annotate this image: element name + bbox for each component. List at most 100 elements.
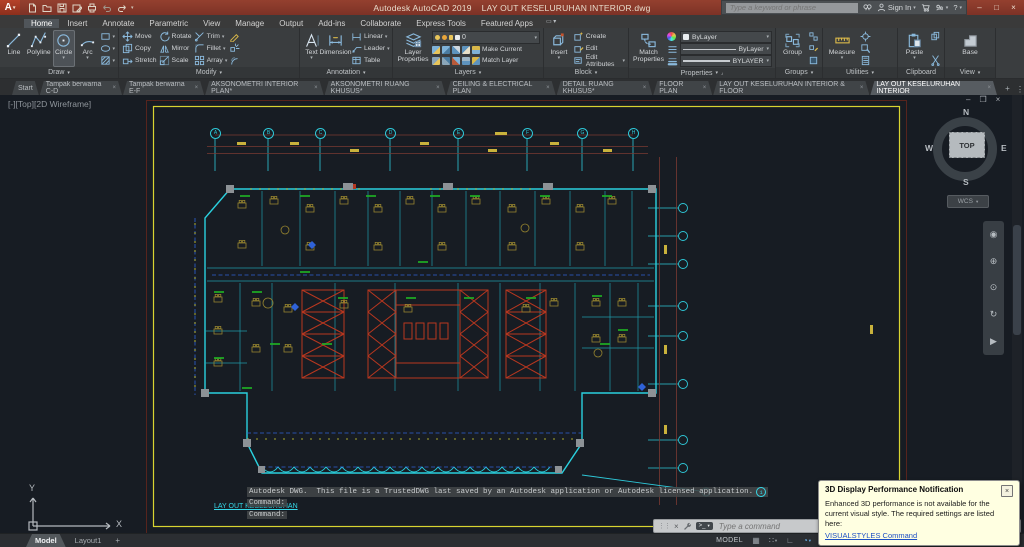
leader-tool[interactable]: Leader ▾	[351, 43, 390, 54]
compass-west[interactable]: W	[925, 143, 933, 153]
ribbon-display-toggle-icon[interactable]: ▭ ▾	[540, 15, 562, 28]
panel-clipboard-footer[interactable]: Clipboard	[898, 67, 944, 78]
autodesk-360-icon[interactable]: ▾	[935, 3, 948, 12]
object-color-dropdown[interactable]: ByLayer ▾	[680, 31, 772, 43]
panel-block-footer[interactable]: Block ▾	[544, 67, 628, 78]
sign-in-button[interactable]: Sign In ▾	[877, 3, 916, 12]
compass-east[interactable]: E	[1001, 143, 1007, 153]
copy-tool[interactable]: Copy	[122, 43, 157, 54]
tab-close-icon[interactable]: ×	[314, 85, 318, 91]
linear-dimension-tool[interactable]: Linear ▾	[351, 31, 390, 42]
arc-tool[interactable]: Arc ▾	[77, 30, 99, 67]
panel-annotation-footer[interactable]: Annotation ▾	[300, 67, 392, 78]
match-properties-tool[interactable]: Match Properties	[632, 30, 665, 68]
create-block-tool[interactable]: Create	[573, 31, 625, 42]
base-view-tool[interactable]: Base	[957, 30, 984, 67]
doc-minimize-icon[interactable]: –	[966, 95, 970, 104]
panel-groups-footer[interactable]: Groups ▾	[776, 67, 822, 78]
tab-close-icon[interactable]: ×	[703, 85, 707, 91]
viewport-controls[interactable]: [-][Top][2D Wireframe]	[8, 99, 91, 109]
linetype-dropdown[interactable]: ByLayer ▾	[680, 43, 772, 55]
tab-close-icon[interactable]: ×	[436, 85, 440, 91]
ribbon-tab[interactable]: Parametric	[142, 19, 195, 28]
panel-modify-footer[interactable]: Modify ▾	[119, 67, 299, 78]
ribbon-tab[interactable]: Manage	[228, 19, 271, 28]
layer-dropdown[interactable]: 0 ▾	[432, 31, 540, 44]
search-input[interactable]	[727, 2, 844, 13]
group-tool[interactable]: Group	[779, 30, 806, 67]
app-store-icon[interactable]	[921, 3, 930, 12]
customize-wrench-icon[interactable]	[683, 522, 692, 531]
document-tab[interactable]: AKSONOMETRI RUANG KHUSUS* ×	[325, 81, 446, 95]
ribbon-tab[interactable]: Collaborate	[353, 19, 408, 28]
viewcube-top-face[interactable]: TOP	[949, 132, 985, 158]
cut-clip-icon[interactable]	[930, 55, 941, 66]
panel-properties-footer[interactable]: Properties ▾ ⌟	[629, 68, 775, 78]
minimize-button[interactable]: –	[971, 3, 988, 12]
document-tab[interactable]: LAY OUT KESELURUHAN INTERIOR & FLOOR ×	[713, 81, 869, 95]
layer-isolate-icon[interactable]	[442, 45, 450, 54]
wcs-dropdown[interactable]: WCS ▾	[947, 195, 989, 208]
compass-south[interactable]: S	[963, 177, 969, 187]
new-file-icon[interactable]	[26, 2, 37, 13]
edit-block-tool[interactable]: Edit	[573, 43, 625, 54]
drawing-canvas[interactable]: [-][Top][2D Wireframe] ABCDEFGH – ❒ × N …	[0, 95, 1024, 536]
help-icon[interactable]: ? ▾	[953, 3, 962, 12]
command-close-icon[interactable]: ×	[674, 522, 679, 531]
navigation-wheel-icon[interactable]: ◉	[990, 229, 998, 240]
panel-launcher-icon[interactable]: ⌟	[721, 70, 723, 76]
layer-properties-tool[interactable]: Layer Properties	[396, 30, 430, 67]
layer-unlock2-icon[interactable]	[452, 56, 460, 65]
line-tool[interactable]: Line	[3, 30, 25, 67]
tab-close-icon[interactable]: ×	[987, 85, 991, 91]
quick-calc-icon[interactable]	[860, 55, 871, 66]
tab-close-icon[interactable]: ×	[546, 85, 550, 91]
document-tab[interactable]: Start	[12, 81, 39, 95]
id-point-icon[interactable]	[860, 31, 871, 42]
drag-handle-icon[interactable]: ⋮⋮	[658, 522, 671, 530]
ribbon-tab[interactable]: Annotate	[95, 19, 141, 28]
document-tab[interactable]: Tampak berwarna E-F ×	[123, 81, 204, 95]
polyline-tool[interactable]: Polyline	[27, 30, 51, 67]
circle-tool[interactable]: Circle ▾	[52, 30, 75, 67]
group-edit-icon[interactable]	[808, 43, 819, 54]
table-tool[interactable]: Table	[351, 55, 390, 66]
document-tab[interactable]: LAY OUT KESELURUHAN INTERIOR ×	[870, 81, 997, 95]
move-tool[interactable]: Move	[122, 31, 157, 42]
trim-tool[interactable]: Trim ▾	[194, 31, 228, 42]
edit-attributes-tool[interactable]: Edit Attributes ▾	[573, 54, 625, 68]
vertical-scrollbar[interactable]	[1012, 95, 1022, 536]
array-tool[interactable]: Array ▾	[194, 55, 227, 66]
match-layer-button[interactable]: Match Layer	[482, 57, 518, 64]
ribbon-tab[interactable]: Output	[272, 19, 310, 28]
plot-icon[interactable]	[86, 2, 97, 13]
zoom-icon[interactable]: ⊙	[990, 282, 998, 293]
explode-tool[interactable]	[229, 43, 240, 54]
viewcube[interactable]: N W E S TOP WCS ▾	[925, 107, 1009, 211]
doc-restore-icon[interactable]: ❒	[979, 95, 986, 104]
tab-close-icon[interactable]: ×	[195, 85, 199, 91]
search-icon[interactable]	[863, 3, 872, 12]
save-as-icon[interactable]	[71, 2, 82, 13]
status-grid-icon[interactable]: ▦	[748, 535, 764, 547]
scrollbar-thumb[interactable]	[1013, 225, 1021, 335]
ellipse-tool[interactable]: ▾	[100, 43, 115, 54]
model-space-indicator[interactable]: MODEL	[716, 537, 743, 544]
color-wheel-icon[interactable]	[667, 31, 678, 42]
ribbon-tab[interactable]: Insert	[60, 19, 94, 28]
document-tab[interactable]: Tampak berwarna C-D ×	[40, 81, 122, 95]
mirror-tool[interactable]: Mirror	[159, 43, 192, 54]
command-prompt-button[interactable]: >_ ▾	[695, 522, 713, 530]
layout1-tab[interactable]: Layout1	[66, 534, 111, 547]
ungroup-icon[interactable]	[808, 31, 819, 42]
panel-draw-footer[interactable]: Draw ▾	[0, 67, 118, 78]
document-tab[interactable]: FLOOR PLAN ×	[653, 81, 712, 95]
status-snap-icon[interactable]: ∷ ▾	[765, 535, 781, 547]
orbit-icon[interactable]: ↻	[990, 309, 998, 320]
rectangle-tool[interactable]: ▾	[100, 31, 115, 42]
linetype-list-icon[interactable]	[667, 44, 678, 55]
offset-tool[interactable]	[229, 55, 240, 66]
copy-clip-icon[interactable]	[930, 31, 941, 42]
layer-unisolate-icon[interactable]	[432, 56, 440, 65]
hatch-tool[interactable]: ▾	[100, 55, 115, 66]
